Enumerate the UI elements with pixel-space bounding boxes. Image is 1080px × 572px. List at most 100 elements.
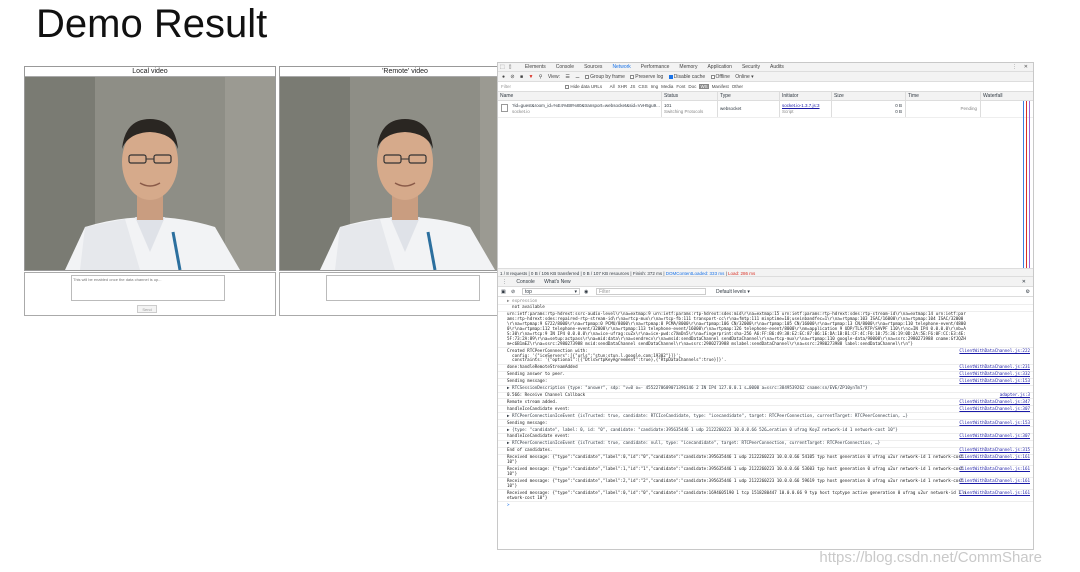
devtools-tab-sources[interactable]: Sources [579,63,607,71]
network-empty-area [498,118,1033,268]
filter-icon[interactable]: ▼ [528,72,533,81]
offline-checkbox[interactable]: Offline [710,72,730,81]
col-type[interactable]: Type [717,92,779,100]
console-message: ▶ RTCPeerConnectionIceEvent {isTrusted: … [498,440,1033,448]
request-initiator-cell: socket.io-1.3.7.js:3 Script [779,101,831,117]
console-source-link[interactable]: ClientWithDataChannel.js:161 [959,466,1030,472]
data-channel-receive-textarea[interactable] [326,275,480,301]
request-name-cell: ?id=guest&room_id=%E4%B8%80&transport=we… [498,101,661,117]
request-domain: socket.io [512,109,530,114]
type-filter-img[interactable]: Img [651,84,659,89]
console-source-link[interactable]: ClientWithDataChannel.js:307 [959,434,1030,439]
remote-video[interactable] [280,77,530,270]
network-filter-input[interactable]: Filter [501,82,561,91]
preserve-log-checkbox[interactable]: Preserve log [630,72,663,81]
console-message-text[interactable]: ▶ RTCPeerConnectionIceEvent {isTrusted: … [507,440,880,445]
remote-video-panel: 'Remote' video [279,66,531,271]
network-request-row[interactable]: ?id=guest&room_id=%E4%B8%80&transport=we… [498,101,1033,118]
col-size[interactable]: Size [831,92,905,100]
type-filter-font[interactable]: Font [676,84,685,89]
console-clear-icon[interactable]: ⊘ [511,287,515,297]
screenshot-icon[interactable]: ■ [520,72,523,81]
devtools-tab-elements[interactable]: Elements [520,63,551,71]
close-icon[interactable]: ✕ [1022,63,1030,71]
console-source-link[interactable]: ClientWithDataChannel.js:153 [959,378,1030,384]
devtools-tab-network[interactable]: Network [607,63,635,71]
console-source-link[interactable]: ClientWithDataChannel.js:231 [959,364,1030,370]
live-expression-icon[interactable]: ◉ [584,287,588,297]
type-filter-doc[interactable]: Doc [688,84,696,89]
send-button[interactable]: Send [137,305,157,313]
console-settings-icon[interactable]: ⚙ [1026,287,1030,297]
console-source-link[interactable]: adapter.js:3 [1000,392,1030,398]
console-sidebar-icon[interactable]: ▣ [501,287,506,297]
group-by-frame-checkbox[interactable]: Group by frame [585,72,625,81]
console-source-link[interactable]: ClientWithDataChannel.js:161 [959,478,1030,484]
console-source-link[interactable]: ClientWithDataChannel.js:347 [959,399,1030,405]
console-source-link[interactable]: ClientWithDataChannel.js:161 [959,490,1030,496]
hide-data-urls-checkbox[interactable]: Hide data URLs [565,82,602,91]
device-toolbar-icon[interactable]: ▯ [507,63,514,71]
devtools-tab-performance[interactable]: Performance [636,63,675,71]
local-video[interactable] [25,77,275,270]
devtools-tabbar: ⬚ ▯ Elements Console Sources Network Performa… [498,63,1033,72]
record-icon[interactable]: ● [502,72,505,81]
search-icon[interactable]: ⚲ [539,72,543,81]
clear-icon[interactable]: ⊘ [510,72,514,81]
overview-icon[interactable]: ⚊ [575,72,579,81]
drawer-close-icon[interactable]: ✕ [1018,277,1030,287]
type-filter-all[interactable]: All [610,84,615,89]
devtools-tab-security[interactable]: Security [737,63,765,71]
type-filter-ws[interactable]: WS [699,84,709,89]
more-menu-icon[interactable]: ⋮ [1010,63,1019,71]
type-filter-manifest[interactable]: Manifest [712,84,729,89]
type-filter-xhr[interactable]: XHR [618,84,628,89]
col-waterfall[interactable]: Waterfall [980,92,1033,100]
console-message-text: Received message: {"type":"candidate","l… [507,465,966,476]
devtools-tab-console[interactable]: Console [551,63,579,71]
waterfall-dcl-line [1023,101,1024,268]
person-video-frame [280,77,530,270]
devtools-tab-application[interactable]: Application [702,63,736,71]
console-message-text[interactable]: ▶ RTCSessionDescription {type: "answer",… [507,385,868,390]
large-rows-icon[interactable]: ☰ [565,72,569,81]
console-message-text: Received message: {"type":"candidate","l… [507,454,966,465]
type-filter-js[interactable]: JS [630,84,635,89]
col-status[interactable]: Status [661,92,717,100]
col-initiator[interactable]: Initiator [779,92,831,100]
console-source-link[interactable]: ClientWithDataChannel.js:153 [959,420,1030,426]
console-source-link[interactable]: ClientWithDataChannel.js:315 [959,447,1030,453]
devtools-tab-audits[interactable]: Audits [765,63,789,71]
console-message-text: urn:ietf:params:rtp-hdrext:ssrc-audio-le… [507,311,966,346]
devtools-tab-memory[interactable]: Memory [674,63,702,71]
console-prompt[interactable]: > [498,502,1033,509]
type-filter-css[interactable]: CSS [638,84,647,89]
console-message-text: Created RTCPeerConnnection with: config:… [507,347,727,363]
network-toolbar: ● ⊘ ■ ▼ ⚲ View: ☰ ⚊ Group by frame Prese… [498,72,1033,82]
drawer-tab-whats-new[interactable]: What's New [540,277,575,287]
col-name[interactable]: Name [498,92,661,100]
type-filter-other[interactable]: Other [732,84,743,89]
console-source-link[interactable]: ClientWithDataChannel.js:222 [959,348,1030,354]
console-source-link[interactable]: ClientWithDataChannel.js:307 [959,406,1030,412]
throttling-select[interactable]: Online ▾ [735,72,753,81]
col-time[interactable]: Time [905,92,980,100]
inspect-element-icon[interactable]: ⬚ [498,63,507,71]
log-levels-select[interactable]: Default levels ▾ [716,287,750,297]
type-filter-media[interactable]: Media [661,84,673,89]
console-message-text[interactable]: ▶ RTCPeerConnectionIceEvent {isTrusted: … [507,413,908,418]
console-filter-input[interactable]: Filter [596,288,706,295]
console-message: done:handleRemoteStreamAdded ClientWithDa… [498,364,1033,372]
console-message-text: Remote stream added. [507,398,558,404]
disable-cache-checkbox[interactable]: Disable cache [668,72,705,81]
console-message-text: Received message: {"type":"candidate","l… [507,489,966,500]
data-channel-send-textarea[interactable] [71,275,225,301]
console-source-link[interactable]: ClientWithDataChannel.js:161 [959,454,1030,460]
console-message-text: Sending message: [507,378,548,384]
context-select[interactable]: top ▾ [522,288,580,295]
console-source-link[interactable]: ClientWithDataChannel.js:332 [959,371,1030,377]
drawer-menu-icon[interactable]: ⋮ [498,277,511,287]
console-message-text: Received message: {"type":"candidate","l… [507,477,966,488]
waterfall-finish-line [1029,101,1030,268]
console-message-text[interactable]: ▶ {type: "candidate", label: 0, id: "0",… [507,427,898,432]
